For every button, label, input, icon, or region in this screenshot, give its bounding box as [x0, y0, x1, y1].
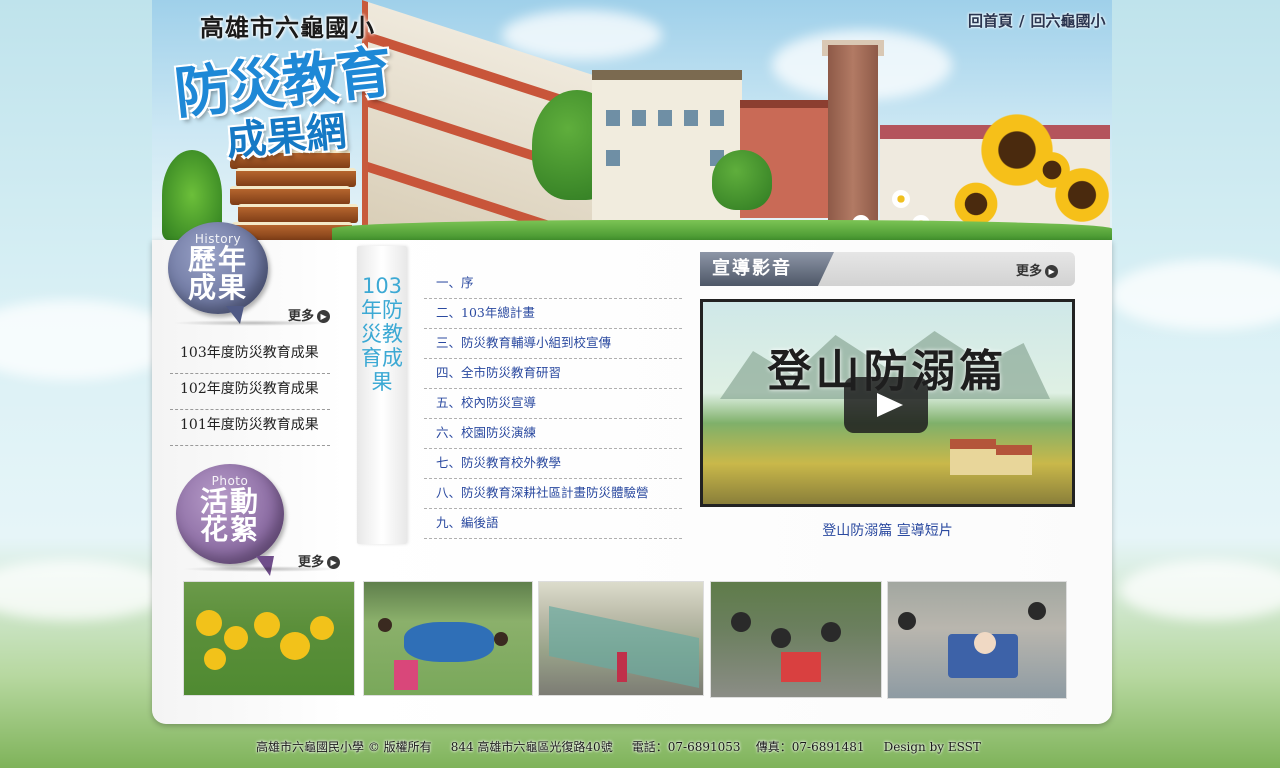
- photo-badge-zh: 活動花絮: [200, 485, 261, 546]
- sunflower: [1032, 150, 1072, 190]
- play-icon: [877, 393, 903, 417]
- video-section-title: 宣導影音: [700, 252, 834, 286]
- history-item-101[interactable]: 101年度防災教育成果: [170, 410, 330, 446]
- plan-item[interactable]: 六、校園防災演練: [424, 419, 682, 449]
- history-item-103[interactable]: 103年度防災教育成果: [170, 338, 330, 374]
- grass: [332, 220, 1112, 242]
- cloud: [0, 560, 170, 620]
- photo-badge-en: Photo: [211, 474, 249, 488]
- history-list: 103年度防災教育成果 102年度防災教育成果 101年度防災教育成果: [170, 338, 330, 446]
- site-title-sub: 成果網: [224, 108, 349, 166]
- plan-item[interactable]: 三、防災教育輔導小組到校宣傳: [424, 329, 682, 359]
- header-banner: 高雄市六龜國小 防災教育 成果網: [152, 0, 1112, 242]
- school-link[interactable]: 回六龜國小: [1031, 12, 1106, 30]
- activity-photo[interactable]: [710, 581, 882, 698]
- activity-photo[interactable]: [887, 581, 1067, 699]
- vertical-title-column: 103年防災教育成果: [357, 246, 407, 544]
- photo-more-label: 更多: [298, 555, 325, 570]
- gate-pillar: [828, 45, 878, 230]
- arrow-right-icon: ▶: [1045, 265, 1059, 278]
- plan-item[interactable]: 九、編後語: [424, 509, 682, 539]
- plan-item[interactable]: 一、序: [424, 269, 682, 299]
- history-more-button[interactable]: 更多 ▶: [288, 305, 331, 324]
- plan-item[interactable]: 二、103年總計畫: [424, 299, 682, 329]
- video-caption-link[interactable]: 登山防溺篇 宣導短片: [700, 520, 1075, 540]
- plan-item[interactable]: 五、校內防災宣導: [424, 389, 682, 419]
- tree: [712, 150, 772, 210]
- history-badge-zh: 歷年成果: [188, 243, 249, 304]
- video-player[interactable]: 登山防溺篇: [700, 299, 1075, 507]
- history-badge-en: History: [194, 232, 242, 246]
- history-badge[interactable]: History 歷年成果: [168, 222, 268, 324]
- video-thumbnail-house: [996, 445, 1032, 475]
- footer: 高雄市六龜國民小學 © 版權所有 844 高雄市六龜區光復路40號 電話：07-…: [256, 740, 981, 754]
- photo-badge[interactable]: Photo 活動花絮: [176, 464, 284, 576]
- history-more-label: 更多: [288, 309, 315, 324]
- play-button[interactable]: [844, 377, 928, 433]
- video-more-label: 更多: [1016, 264, 1043, 279]
- top-nav-separator: /: [1019, 12, 1025, 30]
- cloud: [1110, 260, 1280, 330]
- plan-list: 一、序 二、103年總計畫 三、防災教育輔導小組到校宣傳 四、全市防災教育研習 …: [424, 269, 682, 539]
- video-thumbnail-house: [950, 439, 996, 475]
- activity-photo[interactable]: [183, 581, 355, 696]
- home-link[interactable]: 回首頁: [968, 12, 1013, 30]
- plan-item[interactable]: 七、防災教育校外教學: [424, 449, 682, 479]
- history-item-102[interactable]: 102年度防災教育成果: [170, 374, 330, 410]
- arrow-right-icon: ▶: [327, 556, 341, 569]
- cloud: [1120, 560, 1280, 620]
- activity-photo[interactable]: [363, 581, 533, 696]
- plan-item[interactable]: 八、防災教育深耕社區計畫防災體驗營: [424, 479, 682, 509]
- activity-photo[interactable]: [538, 581, 704, 696]
- top-nav: 回首頁 / 回六龜國小: [968, 10, 1106, 31]
- video-more-button[interactable]: 更多 ▶: [1016, 260, 1059, 279]
- content-panel: History 歷年成果 更多 ▶ 103年度防災教育成果 102年度防災教育成果…: [152, 222, 1112, 724]
- daisy: [892, 190, 910, 208]
- arrow-right-icon: ▶: [317, 310, 331, 323]
- photo-more-button[interactable]: 更多 ▶: [298, 551, 341, 570]
- plan-item[interactable]: 四、全市防災教育研習: [424, 359, 682, 389]
- vertical-title: 103年防災教育成果: [361, 274, 403, 394]
